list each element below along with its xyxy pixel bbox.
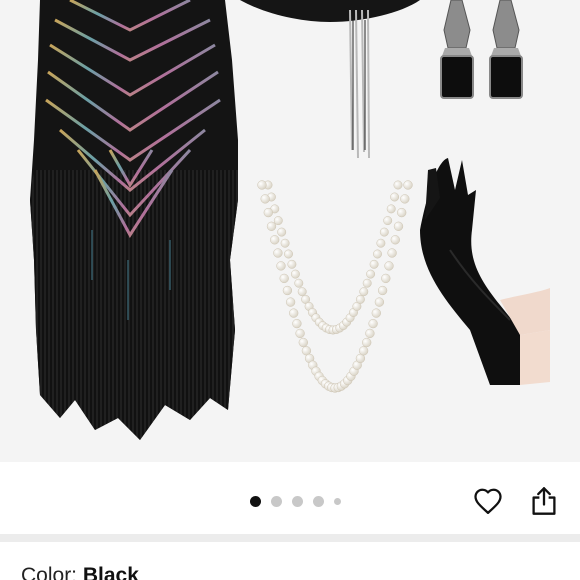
product-photo-illustration bbox=[30, 0, 550, 440]
pearl-bead bbox=[379, 227, 389, 237]
pearl-bead bbox=[365, 328, 375, 339]
heart-icon bbox=[474, 488, 502, 514]
share-icon bbox=[532, 487, 556, 515]
pearl-bead bbox=[260, 194, 270, 204]
pagination-dot[interactable] bbox=[312, 495, 324, 507]
pearl-bead bbox=[358, 346, 369, 356]
gloves-image bbox=[420, 158, 550, 385]
flapper-dress-image bbox=[30, 0, 238, 440]
pearl-bead bbox=[359, 287, 369, 297]
pearl-bead bbox=[297, 287, 307, 297]
pagination-dot[interactable] bbox=[270, 495, 282, 507]
pearl-bead bbox=[376, 238, 386, 248]
pearl-bead bbox=[393, 221, 404, 231]
pearl-bead bbox=[292, 318, 302, 329]
pearl-bead bbox=[383, 216, 393, 226]
pearl-bead bbox=[397, 207, 407, 218]
pearl-bead bbox=[373, 249, 382, 259]
pearl-bead bbox=[273, 248, 283, 258]
pearl-bead bbox=[284, 249, 293, 259]
pearl-bead bbox=[387, 248, 397, 258]
gallery-controls bbox=[0, 462, 580, 534]
pearl-bead bbox=[277, 227, 287, 237]
pagination-dot[interactable] bbox=[291, 495, 303, 507]
pearl-bead bbox=[355, 294, 365, 304]
pearl-bead bbox=[298, 337, 308, 348]
pearl-bead bbox=[377, 285, 388, 296]
pearl-bead bbox=[287, 259, 297, 269]
pearl-bead bbox=[390, 192, 400, 202]
pearl-bead bbox=[290, 269, 300, 279]
pearl-bead bbox=[295, 328, 305, 339]
pearl-bead bbox=[270, 235, 280, 245]
pearl-bead bbox=[390, 235, 400, 245]
color-value: Black bbox=[82, 564, 139, 580]
pearl-bead bbox=[280, 238, 290, 248]
pearl-bead bbox=[366, 269, 376, 279]
pearl-bead bbox=[362, 337, 372, 348]
pearl-bead bbox=[393, 180, 403, 190]
pearl-bead bbox=[282, 285, 293, 296]
color-label: Color: bbox=[21, 564, 83, 580]
pearl-bead bbox=[403, 180, 413, 190]
pearl-bead bbox=[294, 278, 304, 288]
pagination-dot[interactable] bbox=[249, 495, 261, 507]
pearl-bead bbox=[276, 261, 286, 271]
pearl-bead bbox=[273, 216, 283, 226]
pearl-bead bbox=[285, 297, 296, 307]
pearl-bead bbox=[368, 318, 378, 329]
pearl-bead bbox=[257, 180, 267, 190]
section-divider bbox=[0, 534, 580, 542]
pearl-bead bbox=[374, 297, 385, 307]
pearl-bead bbox=[369, 259, 379, 269]
pearl-bead bbox=[400, 194, 410, 204]
headband-image bbox=[240, 0, 420, 159]
pagination-dot[interactable] bbox=[333, 497, 341, 505]
pearl-bead bbox=[362, 278, 372, 288]
pearl-bead bbox=[263, 207, 273, 218]
favorite-button[interactable] bbox=[471, 484, 505, 518]
color-selection: Color: Black bbox=[21, 564, 139, 580]
share-button[interactable] bbox=[527, 484, 561, 518]
earrings-image bbox=[440, 0, 523, 99]
pearl-bead bbox=[266, 221, 277, 231]
pearl-bead bbox=[289, 308, 299, 318]
product-image[interactable] bbox=[0, 0, 580, 462]
pearl-strand-inner bbox=[263, 180, 403, 335]
pearl-bead bbox=[279, 273, 289, 284]
pearl-bead bbox=[371, 308, 381, 318]
pearl-bead bbox=[381, 273, 391, 284]
pearl-bead bbox=[386, 204, 396, 214]
pearl-bead bbox=[384, 261, 394, 271]
